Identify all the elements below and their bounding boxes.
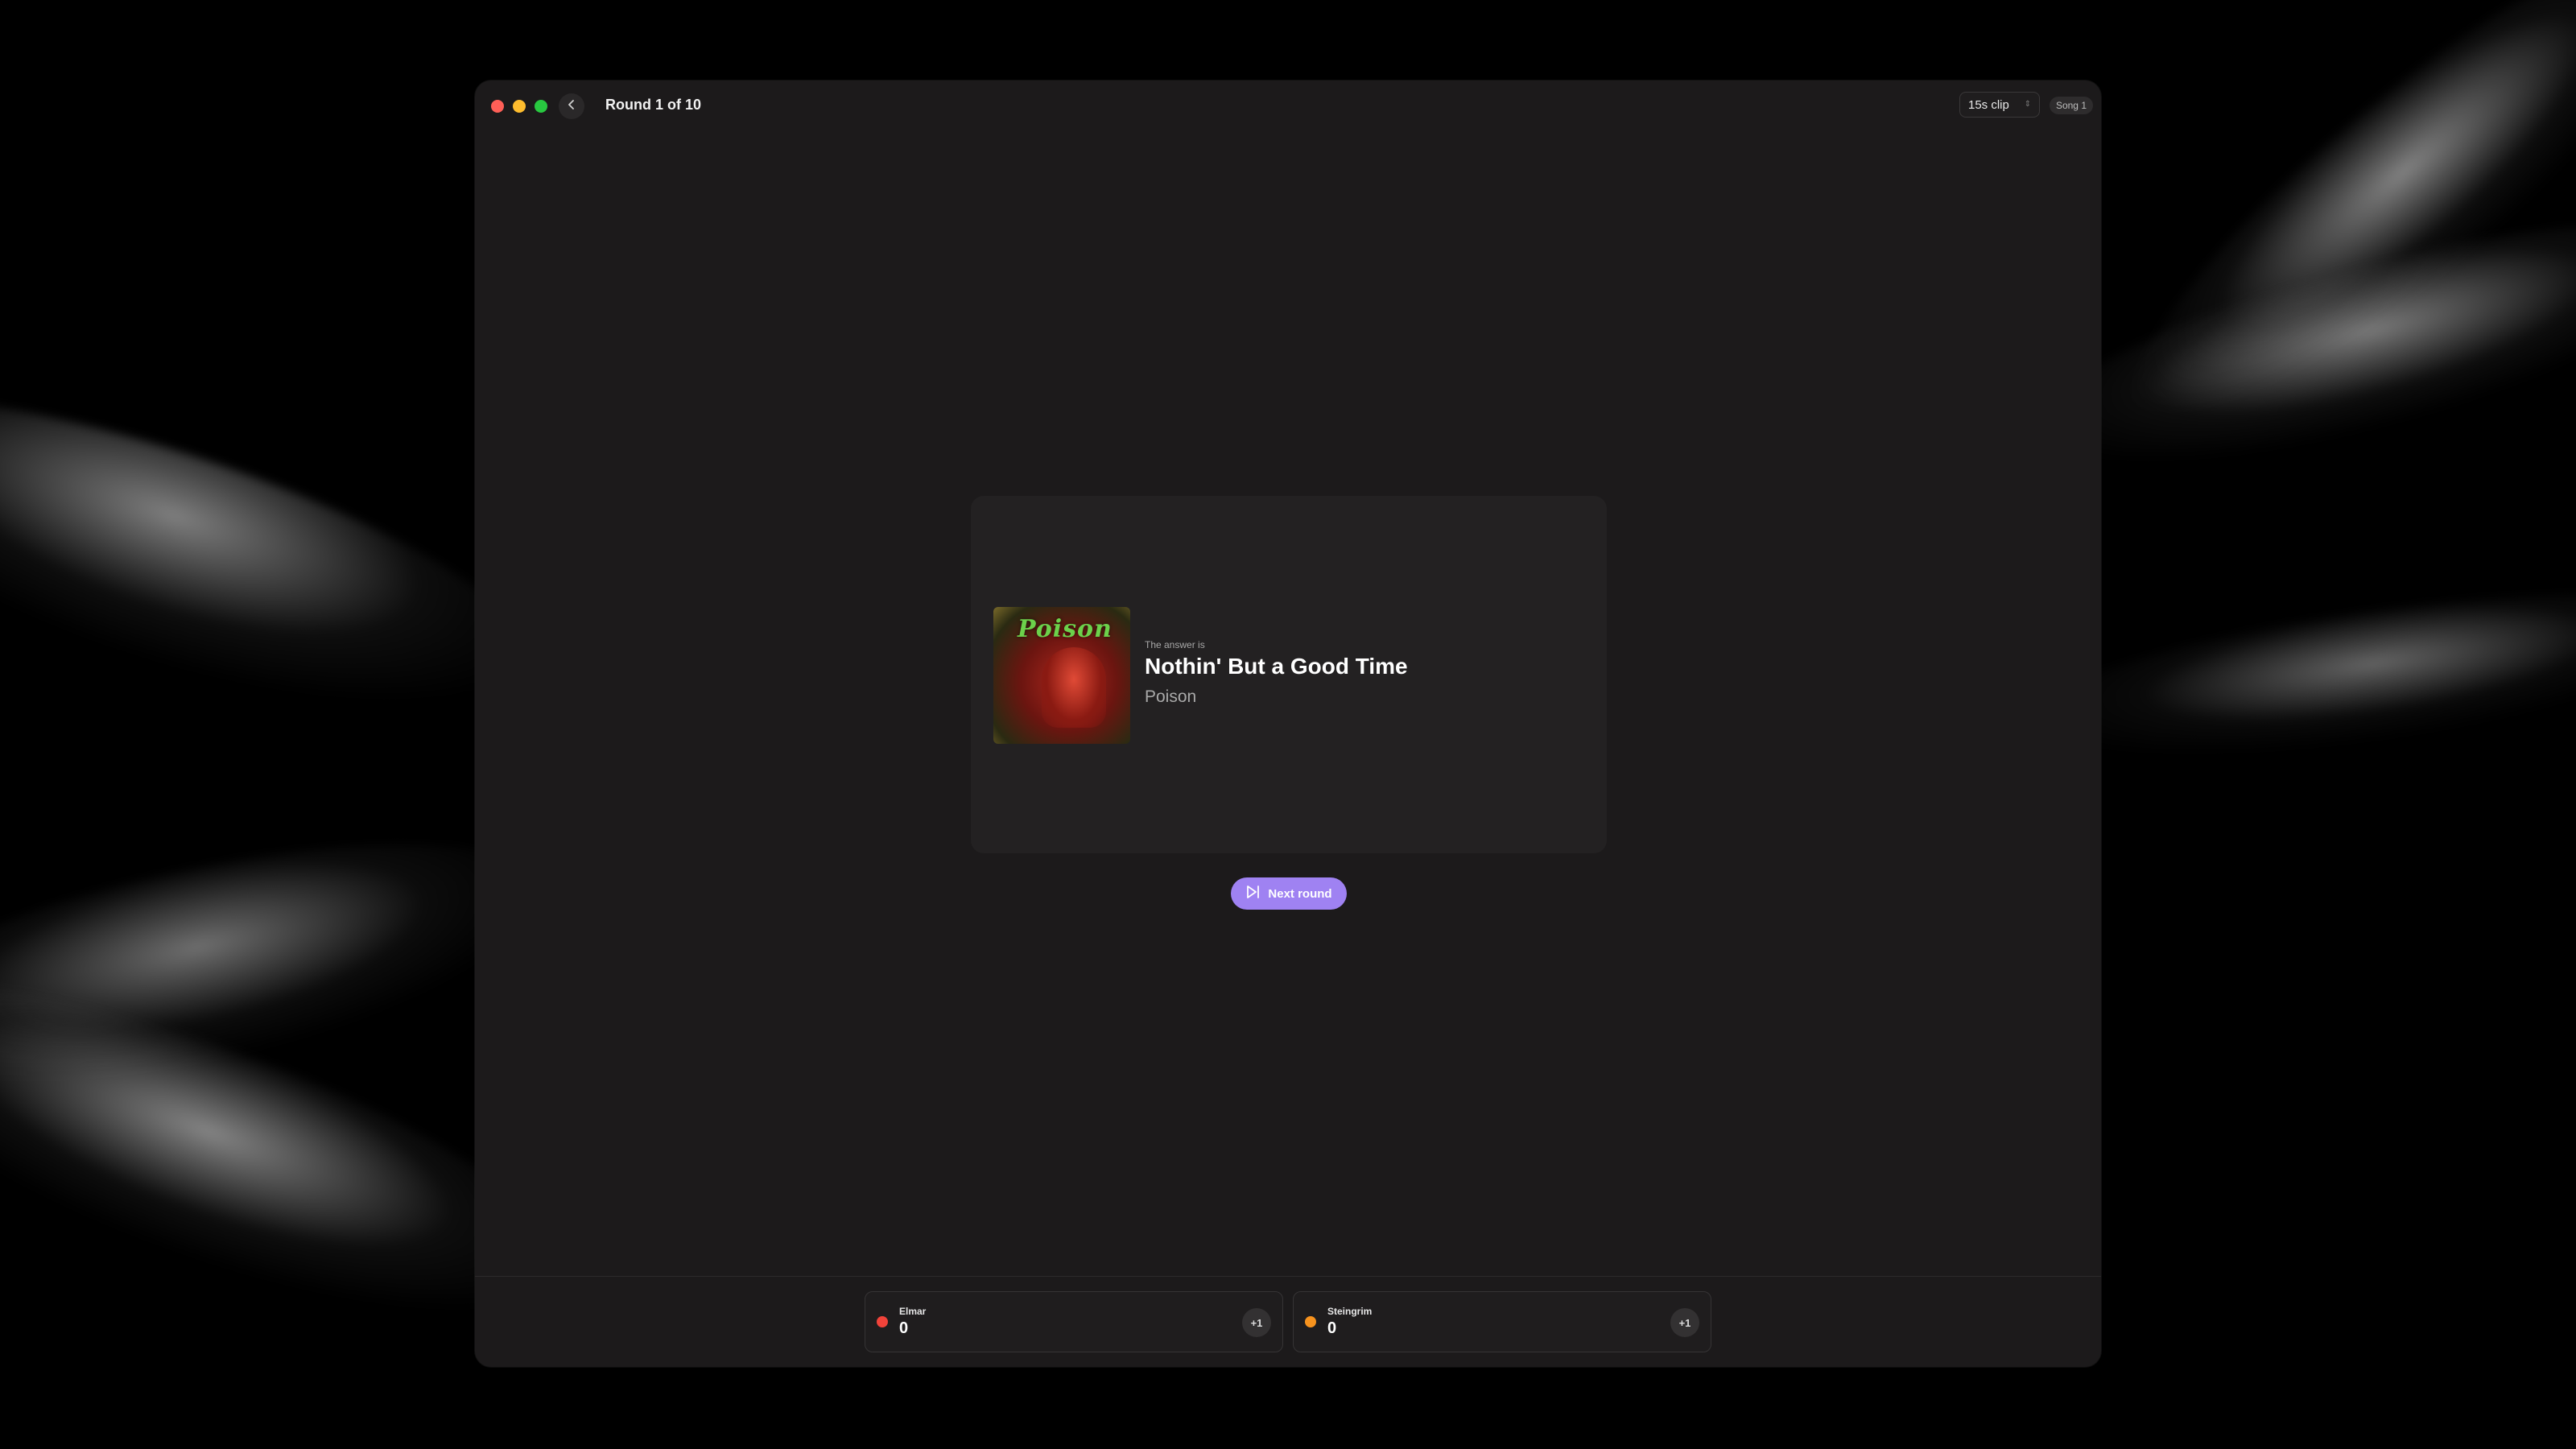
player-card-steingrim: Steingrim 0 +1 (1293, 1291, 1711, 1352)
next-round-label: Next round (1268, 886, 1332, 901)
clip-length-value: 15s clip (1968, 97, 2009, 112)
maximize-window-button[interactable] (535, 100, 547, 113)
close-window-button[interactable] (491, 100, 504, 113)
player-name: Elmar (899, 1306, 927, 1317)
clip-length-select[interactable]: 15s clip ⇕ (1959, 92, 2040, 118)
song-badge: Song 1 (2049, 97, 2093, 114)
minimize-window-button[interactable] (513, 100, 526, 113)
next-round-button[interactable]: Next round (1231, 877, 1347, 910)
player-color-dot (1305, 1316, 1316, 1327)
player-name: Steingrim (1327, 1306, 1373, 1317)
chevron-left-icon (566, 99, 577, 114)
player-score: 0 (1327, 1319, 1337, 1337)
album-cover-figure (1042, 647, 1106, 728)
skip-forward-icon (1245, 885, 1261, 902)
player-card-elmar: Elmar 0 +1 (865, 1291, 1283, 1352)
player-score: 0 (899, 1319, 909, 1337)
add-point-button[interactable]: +1 (1242, 1308, 1271, 1337)
scoreboard: Elmar 0 +1 Steingrim 0 +1 (475, 1276, 2101, 1367)
player-color-dot (877, 1316, 888, 1327)
title-bar: Round 1 of 10 15s clip ⇕ Song 1 (475, 80, 2101, 129)
album-logo: Poison (1018, 615, 1113, 643)
round-indicator: Round 1 of 10 (605, 97, 702, 113)
app-window: Round 1 of 10 15s clip ⇕ Song 1 Poison T… (475, 80, 2101, 1367)
answer-intro: The answer is (1145, 639, 1205, 650)
chevron-up-down-icon: ⇕ (2024, 100, 2031, 109)
song-title: Nothin' But a Good Time (1145, 654, 1408, 679)
back-button[interactable] (559, 93, 584, 119)
album-cover: Poison (993, 607, 1130, 744)
song-artist: Poison (1145, 687, 1197, 706)
add-point-button[interactable]: +1 (1670, 1308, 1699, 1337)
answer-card: Poison The answer is Nothin' But a Good … (971, 496, 1607, 853)
